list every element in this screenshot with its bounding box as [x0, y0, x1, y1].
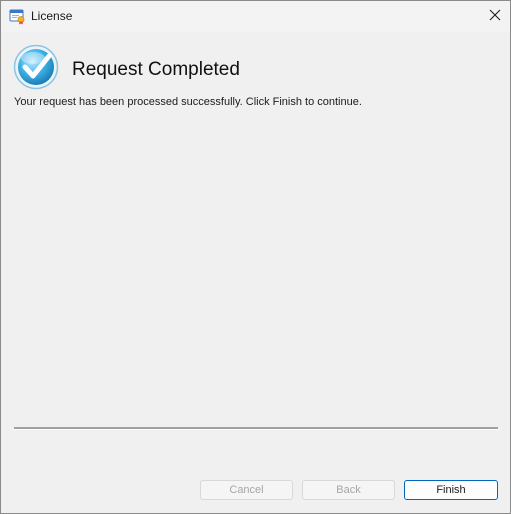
license-certificate-icon [9, 8, 26, 25]
close-button[interactable] [480, 1, 510, 32]
window-title: License [31, 9, 73, 23]
back-button[interactable]: Back [302, 480, 395, 500]
title-bar: License [1, 1, 510, 32]
status-message: Your request has been processed successf… [14, 96, 362, 108]
close-icon [489, 8, 501, 26]
page-title: Request Completed [72, 59, 240, 80]
checkmark-icon [13, 44, 59, 90]
cancel-button[interactable]: Cancel [200, 480, 293, 500]
divider [14, 427, 498, 430]
license-dialog: License Request Completed Your request h… [0, 0, 511, 514]
finish-button[interactable]: Finish [404, 480, 498, 500]
